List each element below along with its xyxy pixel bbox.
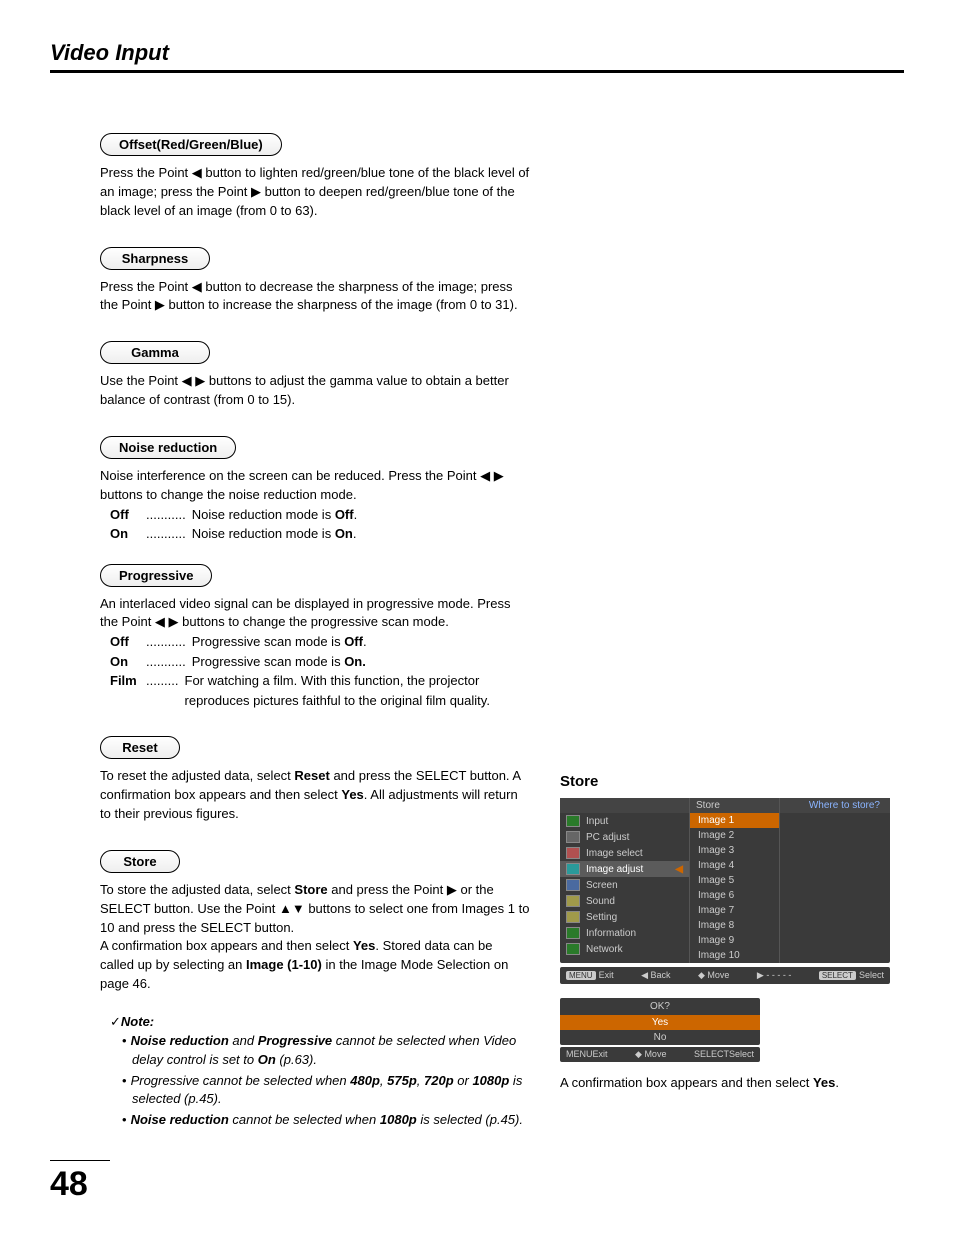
progressive-text: An interlaced video signal can be displa… [100, 595, 530, 711]
osd-image-7[interactable]: Image 7 [690, 903, 779, 918]
osd-image-6[interactable]: Image 6 [690, 888, 779, 903]
note-item-3: •Noise reduction cannot be selected when… [122, 1111, 530, 1130]
left-column: Offset(Red/Green/Blue) Press the Point ◀… [50, 133, 530, 1130]
osd-item-setting[interactable]: Setting [560, 909, 689, 925]
osd-item-sound[interactable]: Sound [560, 893, 689, 909]
noise-text: Noise interference on the screen can be … [100, 467, 530, 544]
osd-image-1[interactable]: Image 1 [690, 813, 779, 828]
store-heading: Store [100, 850, 180, 873]
osd-image-8[interactable]: Image 8 [690, 918, 779, 933]
osd-item-imageselect[interactable]: Image select [560, 845, 689, 861]
store-subhead: Store [560, 773, 890, 790]
confirm-footer: MENUExit ◆ Move SELECTSelect [560, 1047, 760, 1062]
osd-item-network[interactable]: Network [560, 941, 689, 957]
osd-mid-pane: Store Image 1 Image 2 Image 3 Image 4 Im… [690, 798, 780, 963]
progressive-heading: Progressive [100, 564, 212, 587]
confirm-question: OK? [560, 998, 760, 1015]
osd-item-input[interactable]: Input [560, 813, 689, 829]
confirm-yes[interactable]: Yes [560, 1015, 760, 1030]
osd-item-pcadjust[interactable]: PC adjust [560, 829, 689, 845]
confirm-caption: A confirmation box appears and then sele… [560, 1074, 890, 1092]
note-item-1: •Noise reduction and Progressive cannot … [122, 1032, 530, 1070]
noise-opt-off: Off........... Noise reduction mode is O… [110, 505, 530, 525]
offset-heading: Offset(Red/Green/Blue) [100, 133, 282, 156]
osd-image-9[interactable]: Image 9 [690, 933, 779, 948]
noise-heading: Noise reduction [100, 436, 236, 459]
right-column: Store Input PC adjust Image select Image… [560, 133, 904, 1130]
note-item-2: •Progressive cannot be selected when 480… [122, 1072, 530, 1110]
prog-opt-film: Film......... For watching a film. With … [110, 671, 530, 710]
store-text: To store the adjusted data, select Store… [100, 881, 530, 994]
chevron-right-icon: ◀ [675, 864, 683, 875]
osd-item-screen[interactable]: Screen [560, 877, 689, 893]
osd-menu: Input PC adjust Image select Image adjus… [560, 798, 890, 963]
osd-image-5[interactable]: Image 5 [690, 873, 779, 888]
prog-opt-off: Off........... Progressive scan mode is … [110, 632, 530, 652]
prog-opt-on: On........... Progressive scan mode is O… [110, 652, 530, 672]
sharpness-text: Press the Point ◀ button to decrease the… [100, 278, 530, 316]
osd-item-information[interactable]: Information [560, 925, 689, 941]
osd-right-pane: Where to store? [780, 798, 890, 963]
sharpness-heading: Sharpness [100, 247, 210, 270]
reset-text: To reset the adjusted data, select Reset… [100, 767, 530, 824]
gamma-heading: Gamma [100, 341, 210, 364]
offset-text: Press the Point ◀ button to lighten red/… [100, 164, 530, 221]
page-number: 48 [50, 1160, 110, 1204]
note-heading: ✓Note: [110, 1014, 530, 1030]
osd-image-2[interactable]: Image 2 [690, 828, 779, 843]
osd-image-4[interactable]: Image 4 [690, 858, 779, 873]
noise-opt-on: On........... Noise reduction mode is On… [110, 524, 530, 544]
osd-image-3[interactable]: Image 3 [690, 843, 779, 858]
osd-image-10[interactable]: Image 10 [690, 948, 779, 963]
gamma-text: Use the Point ◀ ▶ buttons to adjust the … [100, 372, 530, 410]
confirm-dialog: OK? Yes No [560, 998, 760, 1045]
osd-left-pane: Input PC adjust Image select Image adjus… [560, 798, 690, 963]
confirm-no[interactable]: No [560, 1030, 760, 1045]
osd-footer: MENUExit ◀ Back ◆ Move ▶ - - - - - SELEC… [560, 967, 890, 984]
page-title: Video Input [50, 40, 904, 73]
reset-heading: Reset [100, 736, 180, 759]
osd-item-imageadjust[interactable]: Image adjust◀ [560, 861, 689, 877]
